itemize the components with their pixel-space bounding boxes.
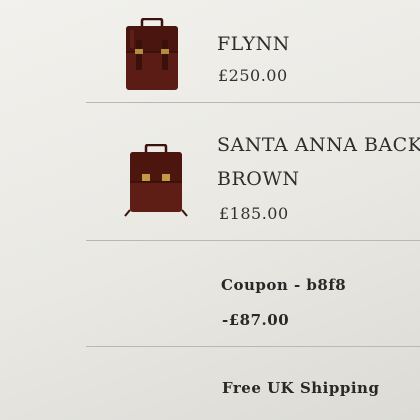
cart-item: FLYNN £250.00	[0, 0, 420, 104]
leather-backpack-image	[124, 143, 188, 217]
product-price: £250.00	[218, 66, 288, 85]
cart-item: SANTA ANNA BACK BROWN £185.00	[0, 104, 420, 242]
coupon-divider	[86, 346, 420, 347]
leather-backpack-image	[126, 17, 178, 90]
product-thumbnail[interactable]	[124, 143, 188, 218]
shipping-row: Free UK Shipping	[0, 348, 420, 420]
coupon-label: Coupon - b8f8	[221, 276, 347, 294]
coupon-row: Coupon - b8f8 -£87.00	[0, 242, 420, 348]
item-divider	[86, 240, 420, 241]
product-name-line2[interactable]: BROWN	[217, 168, 300, 190]
item-divider	[86, 102, 420, 103]
cart-summary: FLYNN £250.00 SANTA ANNA BACK BROWN £185…	[0, 0, 420, 420]
coupon-discount: -£87.00	[222, 311, 290, 329]
shipping-label: Free UK Shipping	[222, 379, 380, 397]
product-name[interactable]: FLYNN	[217, 33, 290, 55]
product-price: £185.00	[219, 204, 289, 223]
product-name[interactable]: SANTA ANNA BACK	[217, 134, 420, 156]
product-thumbnail[interactable]	[124, 17, 180, 92]
